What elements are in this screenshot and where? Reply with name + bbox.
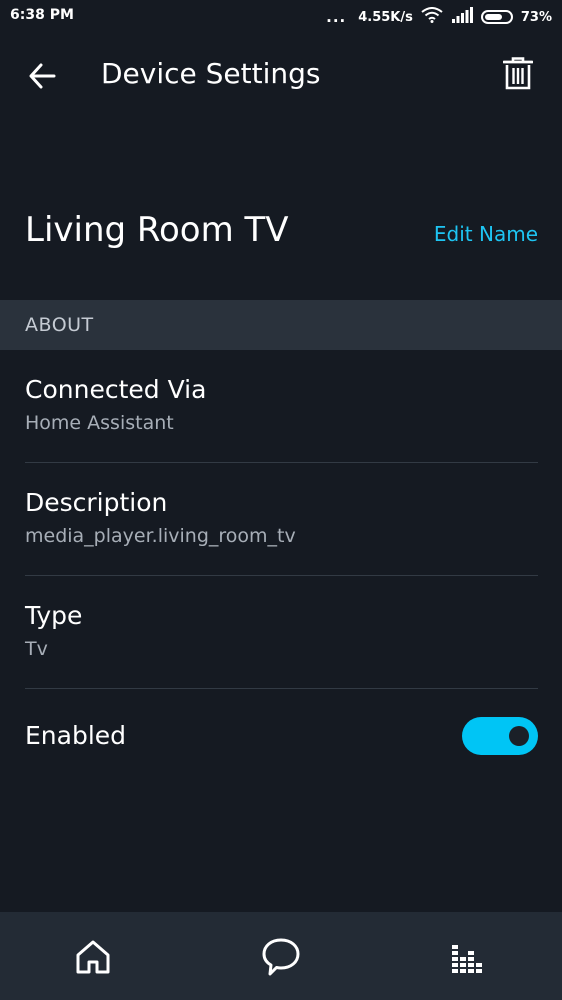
divider [25, 688, 538, 689]
row-title: Type [25, 601, 83, 630]
row-value: Tv [25, 638, 48, 660]
nav-devices-button[interactable] [444, 932, 494, 982]
enabled-toggle[interactable] [462, 717, 538, 755]
edit-name-link[interactable]: Edit Name [434, 222, 538, 246]
more-dots: ... [326, 8, 347, 26]
signal-icon [451, 7, 473, 27]
row-value: Home Assistant [25, 412, 174, 434]
row-value: media_player.living_room_tv [25, 525, 296, 547]
nav-home-button[interactable] [68, 932, 118, 982]
row-title: Description [25, 488, 168, 517]
back-button[interactable] [22, 56, 62, 96]
app-bar: Device Settings [0, 34, 562, 114]
battery-percent: 73% [520, 9, 552, 25]
divider [25, 462, 538, 463]
toggle-knob [509, 726, 529, 746]
divider [25, 575, 538, 576]
chat-bubble-icon [262, 938, 300, 976]
bottom-navigation [0, 912, 562, 1000]
row-title: Connected Via [25, 375, 207, 404]
nav-communicate-button[interactable] [256, 932, 306, 982]
wifi-icon [421, 7, 443, 27]
trash-icon [503, 57, 533, 90]
arrow-left-icon [29, 63, 56, 89]
battery-icon [480, 10, 513, 24]
connected-via-row: Connected Via Home Assistant [25, 374, 538, 436]
status-bar: 6:38 PM ... 4.55K/s 73% [0, 0, 562, 34]
devices-icon [452, 945, 482, 973]
battery-fill [484, 14, 503, 20]
home-icon [76, 940, 110, 974]
device-name: Living Room TV [25, 210, 289, 250]
network-speed: 4.55K/s [358, 9, 413, 25]
about-section-header: ABOUT [0, 300, 562, 350]
page-title: Device Settings [101, 57, 321, 90]
status-time: 6:38 PM [10, 7, 74, 23]
section-header-label: ABOUT [25, 314, 94, 336]
delete-device-button[interactable] [498, 54, 538, 94]
description-row: Description media_player.living_room_tv [25, 487, 538, 549]
type-row: Type Tv [25, 600, 538, 662]
status-indicators: ... 4.55K/s 73% [326, 6, 552, 28]
